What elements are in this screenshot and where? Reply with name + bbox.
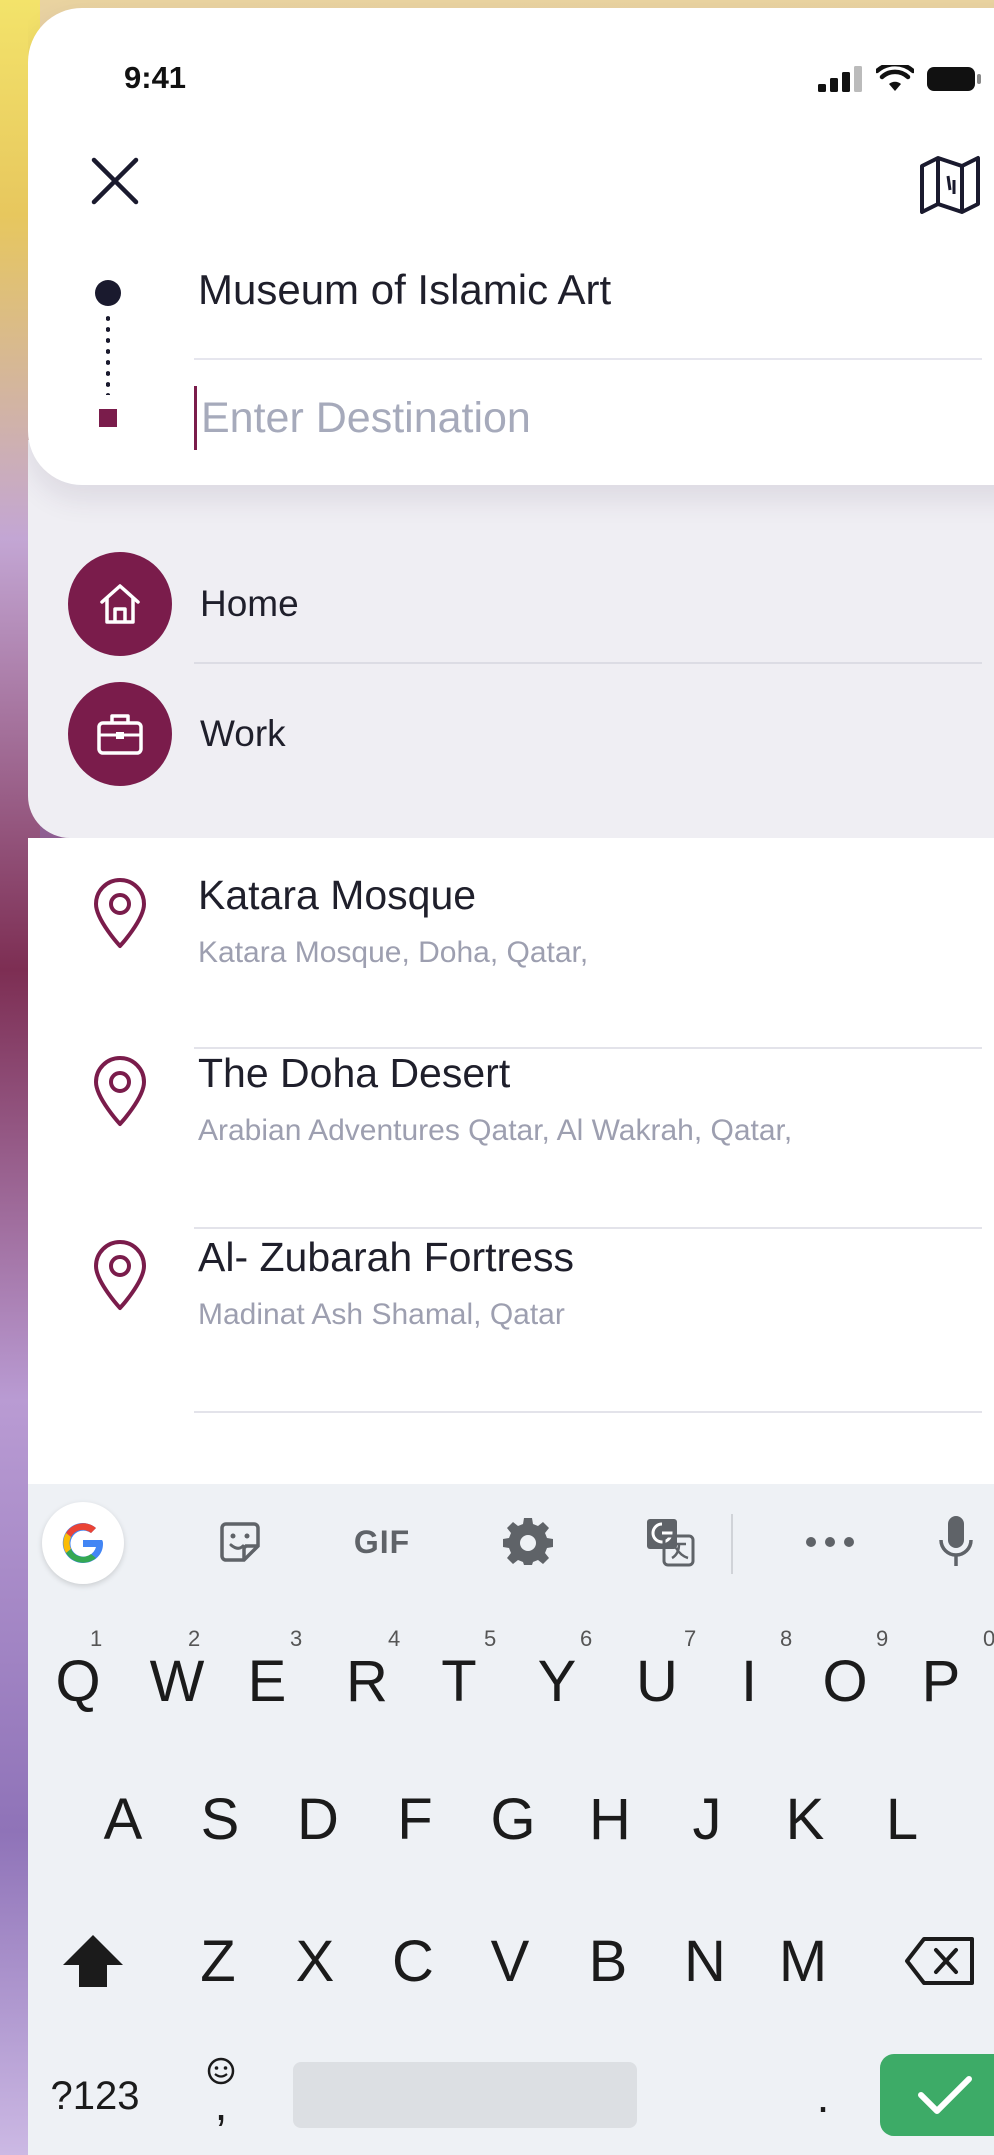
result-title: Al- Zubarah Fortress [198,1234,574,1280]
result-divider [194,1411,982,1413]
voice-input-button[interactable] [928,1510,984,1574]
key-l[interactable]: L [857,1764,947,1874]
close-button[interactable] [80,146,150,216]
shift-icon [63,1935,123,1987]
key-f[interactable]: F [370,1764,460,1874]
result-address: Arabian Adventures Qatar, Al Wakrah, Qat… [198,1114,793,1147]
signal-icon [818,66,862,92]
result-item[interactable]: Al- Zubarah Fortress Madinat Ash Shamal,… [28,1200,994,1413]
wifi-icon [876,65,914,91]
key-k[interactable]: K [760,1764,850,1874]
key-hint: 8 [780,1626,793,1651]
briefcase-icon [97,714,143,755]
phone-screen: 9:41 Museum of Islamic Art Enter Destina… [28,0,994,2155]
key-w[interactable]: W [132,1626,222,1736]
status-time: 9:41 [124,60,187,95]
backspace-key[interactable] [890,1906,990,2016]
key-s[interactable]: S [175,1764,265,1874]
map-icon [920,156,980,214]
result-address: Madinat Ash Shamal, Qatar [198,1298,565,1331]
route-connector [106,313,110,395]
symbols-key[interactable]: ?123 [30,2056,160,2136]
origin-marker [95,280,121,306]
key-p[interactable]: P [896,1626,986,1736]
saved-place-home[interactable]: Home [68,552,994,656]
search-results: Katara Mosque Katara Mosque, Doha, Qatar… [28,838,994,1484]
field-divider [194,358,982,360]
close-icon [91,157,139,205]
key-hint: 9 [876,1626,889,1651]
key-q[interactable]: Q [33,1626,123,1736]
key-hint: 0 [983,1626,994,1651]
home-icon [100,584,140,624]
route-card: 9:41 Museum of Islamic Art Enter Destina… [28,8,994,485]
location-pin-icon [94,1056,146,1126]
space-key[interactable] [293,2062,637,2128]
keyboard-toolbar: GIF [28,1484,994,1602]
google-icon [62,1523,103,1564]
result-item[interactable]: Katara Mosque Katara Mosque, Doha, Qatar… [28,838,994,1049]
location-pin-icon [94,1240,146,1310]
location-pin-icon [94,878,146,948]
backspace-icon [905,1937,974,1985]
saved-place-work[interactable]: Work [68,682,994,786]
key-hint: 7 [684,1626,697,1651]
key-v[interactable]: V [465,1906,555,2016]
enter-key[interactable] [880,2054,994,2136]
key-d[interactable]: D [273,1764,363,1874]
keyboard: GIF Q W E R T Y U I O P 1 2 3 4 5 6 7 8 … [28,1484,994,2155]
battery-icon [927,67,981,91]
sticker-button[interactable] [208,1510,272,1574]
key-c[interactable]: C [368,1906,458,2016]
check-icon [918,2076,972,2114]
google-button[interactable] [42,1502,124,1584]
key-m[interactable]: M [758,1906,848,2016]
result-address: Katara Mosque, Doha, Qatar, [198,936,589,969]
more-dots-icon [806,1537,854,1547]
comma-emoji-key[interactable]: , [196,2034,246,2144]
saved-place-label: Work [200,713,286,754]
map-button[interactable] [910,146,990,222]
key-hint: 5 [484,1626,497,1651]
gear-icon [503,1518,553,1565]
key-z[interactable]: Z [173,1906,263,2016]
gif-button[interactable]: GIF [342,1510,422,1574]
key-h[interactable]: H [565,1764,655,1874]
key-hint: 1 [90,1626,103,1651]
result-item[interactable]: The Doha Desert Arabian Adventures Qatar… [28,1016,994,1229]
more-button[interactable] [798,1510,862,1574]
status-icons [818,64,982,94]
result-title: The Doha Desert [198,1050,511,1096]
key-n[interactable]: N [660,1906,750,2016]
destination-marker [99,409,117,427]
settings-button[interactable] [496,1510,560,1574]
key-hint: 3 [290,1626,303,1651]
destination-input[interactable] [194,386,961,450]
key-g[interactable]: G [468,1764,558,1874]
key-b[interactable]: B [563,1906,653,2016]
toolbar-separator [731,1514,733,1574]
key-hint: 4 [388,1626,401,1651]
key-hint: 2 [188,1626,201,1651]
saved-divider [194,662,982,664]
key-a[interactable]: A [78,1764,168,1874]
shift-key[interactable] [48,1906,138,2016]
home-icon-badge [68,552,172,656]
translate-button[interactable] [638,1510,702,1574]
sticker-icon [220,1522,260,1562]
translate-icon [647,1519,695,1567]
result-title: Katara Mosque [198,872,477,918]
origin-field[interactable]: Museum of Islamic Art [198,266,611,314]
key-j[interactable]: J [662,1764,752,1874]
work-icon-badge [68,682,172,786]
microphone-icon [939,1516,973,1566]
saved-places-panel: Home Work [28,440,994,838]
saved-place-label: Home [200,583,299,624]
key-hint: 6 [580,1626,593,1651]
comma-label: , [214,2078,228,2130]
period-key[interactable]: . [793,2056,853,2136]
key-x[interactable]: X [270,1906,360,2016]
